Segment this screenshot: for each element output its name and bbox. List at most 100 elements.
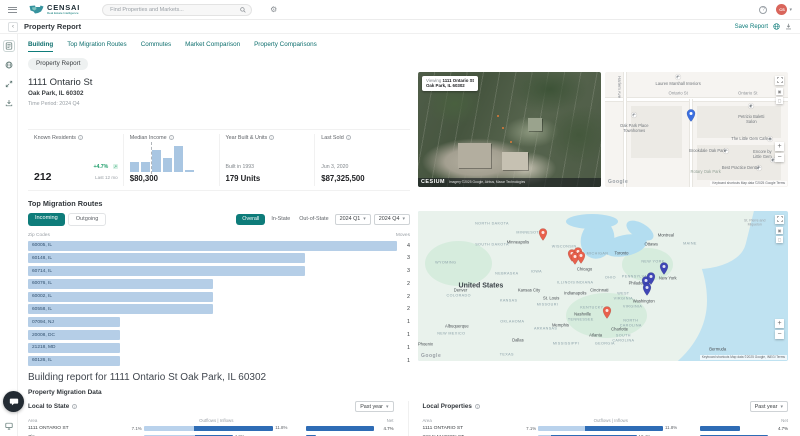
table-column-headers: Area Outflows | Inflows Net bbox=[423, 418, 789, 423]
poi-label[interactable]: Encore by Little Gem bbox=[750, 149, 776, 160]
migration-row[interactable]: 60076, IL 2 bbox=[28, 278, 410, 289]
zip-bar[interactable]: 20008, DC bbox=[28, 330, 121, 341]
rail-item-monitor[interactable] bbox=[3, 420, 15, 432]
toggle-outgoing[interactable]: Outgoing bbox=[67, 212, 107, 226]
street-map[interactable]: Ontario St Ontario St Harlem Ave Lauren Mar… bbox=[605, 71, 788, 187]
search-input[interactable] bbox=[108, 5, 241, 14]
zip-bar[interactable]: 60126, IL bbox=[28, 355, 121, 366]
tab-property-comparisons[interactable]: Property Comparisons bbox=[254, 41, 317, 52]
tab-commutes[interactable]: Commutes bbox=[141, 41, 171, 52]
migration-row[interactable]: 60005, IL 4 bbox=[28, 240, 410, 251]
fullscreen-button[interactable] bbox=[775, 75, 784, 85]
download-icon[interactable] bbox=[785, 23, 792, 30]
zip-bar[interactable]: 60002, IL bbox=[28, 291, 213, 302]
zoom-out-button[interactable]: − bbox=[775, 329, 784, 339]
zip-bar[interactable]: 07094, NJ bbox=[28, 317, 121, 328]
gear-icon[interactable] bbox=[270, 5, 277, 14]
timeframe-select[interactable]: Past year bbox=[355, 401, 394, 413]
us-migration-map[interactable]: United States Minneapolis Chicago Kansas Ci… bbox=[418, 210, 788, 361]
toggle-incoming[interactable]: Incoming bbox=[28, 212, 65, 226]
migration-row[interactable]: 60126, IL 1 bbox=[28, 355, 410, 366]
fullscreen-button[interactable] bbox=[775, 214, 784, 224]
rail-item-routes[interactable] bbox=[3, 78, 15, 90]
migration-row[interactable]: 07094, NJ 1 bbox=[28, 317, 410, 328]
zip-bar[interactable]: 60714, IL bbox=[28, 266, 305, 277]
help-icon[interactable] bbox=[759, 5, 768, 14]
save-report-button[interactable]: Save Report bbox=[735, 24, 768, 30]
avatar[interactable]: CS bbox=[776, 4, 788, 15]
poi-marker-icon[interactable] bbox=[748, 103, 754, 109]
scope-out-of-state[interactable]: Out-of-State bbox=[296, 214, 331, 224]
map-attribution[interactable]: Keyboard shortcuts Map data ©2025 Google… bbox=[699, 354, 787, 360]
poi-label[interactable]: Petrizio Baletti Salon bbox=[733, 114, 770, 125]
map-layers-icon[interactable]: ▣ bbox=[776, 87, 783, 95]
tab-top-migration-routes[interactable]: Top Migration Routes bbox=[67, 41, 127, 52]
zip-bar[interactable]: 60558, IL bbox=[28, 304, 213, 315]
search-box[interactable] bbox=[102, 3, 253, 16]
migration-pin-red[interactable] bbox=[602, 305, 611, 319]
scope-in-state[interactable]: In-State bbox=[268, 214, 293, 224]
migration-row[interactable]: 60714, IL 3 bbox=[28, 266, 410, 277]
rail-item-report[interactable] bbox=[2, 40, 15, 52]
migration-row[interactable]: 60148, IL 3 bbox=[28, 253, 410, 264]
info-icon[interactable] bbox=[269, 135, 275, 140]
poi-label[interactable]: Best Practice Dental bbox=[722, 165, 759, 171]
chat-widget-button[interactable] bbox=[3, 391, 24, 412]
column-flows: Outflows | Inflows bbox=[199, 418, 234, 424]
zoom-in-button[interactable]: + bbox=[775, 318, 784, 328]
table-row[interactable]: 1111 ONTARIO ST 7.1% 11.8% 4.7% bbox=[423, 425, 788, 432]
poi-marker-icon[interactable] bbox=[631, 112, 637, 118]
poi-label[interactable]: Rotary Oak Park bbox=[691, 169, 721, 175]
state-label: NEW MEXICO bbox=[437, 331, 466, 336]
info-icon[interactable] bbox=[72, 404, 78, 410]
migration-pin-blue[interactable] bbox=[643, 283, 652, 296]
menu-icon[interactable] bbox=[8, 6, 17, 13]
pegman-icon[interactable]: ▢ bbox=[776, 96, 783, 104]
zip-bar[interactable]: 21218, MD bbox=[28, 342, 121, 353]
zip-bar[interactable]: 60148, IL bbox=[28, 253, 305, 264]
poi-label[interactable]: Oak Park Place Townhomes bbox=[620, 123, 648, 134]
poi-label[interactable]: Lauren Marshall Interiors bbox=[656, 81, 701, 87]
migration-pin-blue[interactable] bbox=[659, 262, 669, 275]
tab-building[interactable]: Building bbox=[28, 41, 54, 52]
map-layers-icon[interactable]: ▣ bbox=[776, 226, 783, 234]
aerial-3d-map[interactable]: Viewing 1111 Ontario St Oak Park, IL 603… bbox=[418, 71, 601, 187]
migration-row[interactable]: 20008, DC 1 bbox=[28, 330, 410, 341]
report-type-chip[interactable]: Property Report bbox=[28, 57, 89, 70]
info-icon[interactable] bbox=[168, 135, 174, 140]
timeframe-select[interactable]: Past year bbox=[749, 401, 788, 413]
zoom-in-button[interactable]: + bbox=[775, 141, 784, 151]
quarter-to-select[interactable]: 2024 Q4 bbox=[373, 213, 410, 225]
table-row[interactable]: 1111 ONTARIO ST 7.1% 11.8% 4.7% bbox=[28, 425, 394, 432]
poi-label[interactable]: Brookdale Oak Park bbox=[689, 148, 726, 154]
migration-pin-red[interactable] bbox=[576, 251, 585, 264]
quarter-from-select[interactable]: 2024 Q1 bbox=[334, 213, 371, 225]
property-pin-icon[interactable] bbox=[686, 109, 696, 122]
brand-logo[interactable]: CENSAI Real Estate Intelligence bbox=[29, 4, 80, 16]
collapse-panel-button[interactable] bbox=[8, 21, 18, 32]
zoom-out-button[interactable]: − bbox=[775, 152, 784, 162]
poi-label[interactable]: The Little Gem Cafe bbox=[731, 136, 768, 142]
pegman-icon[interactable]: ▢ bbox=[776, 235, 783, 243]
delta-note: Last 12 mo bbox=[95, 174, 118, 180]
search-icon[interactable] bbox=[240, 6, 246, 13]
scope-overall[interactable]: Overall bbox=[236, 213, 266, 225]
globe-icon[interactable] bbox=[773, 23, 780, 30]
map-attribution[interactable]: Keyboard shortcuts Map data ©2025 Google… bbox=[710, 180, 787, 186]
migration-row[interactable]: 60558, IL 2 bbox=[28, 304, 410, 315]
info-icon[interactable] bbox=[474, 404, 480, 410]
migration-pin-red[interactable] bbox=[538, 227, 548, 241]
stat-value: $87,325,500 bbox=[321, 173, 365, 183]
info-icon[interactable] bbox=[345, 135, 351, 140]
zip-bar[interactable]: 60076, IL bbox=[28, 278, 213, 289]
poi-marker-icon[interactable] bbox=[675, 74, 681, 80]
rail-item-globe[interactable] bbox=[3, 59, 15, 71]
migration-row[interactable]: 21218, MD 1 bbox=[28, 342, 410, 353]
panel-local-to-state: Local to State Past year Area Outflows | In… bbox=[28, 401, 408, 436]
account-menu[interactable]: CS bbox=[776, 4, 792, 15]
migration-row[interactable]: 60002, IL 2 bbox=[28, 291, 410, 302]
tab-market-comparison[interactable]: Market Comparison bbox=[185, 41, 240, 52]
info-icon[interactable] bbox=[77, 135, 83, 140]
rail-item-downloads[interactable] bbox=[3, 97, 15, 109]
zip-bar[interactable]: 60005, IL bbox=[28, 240, 397, 251]
